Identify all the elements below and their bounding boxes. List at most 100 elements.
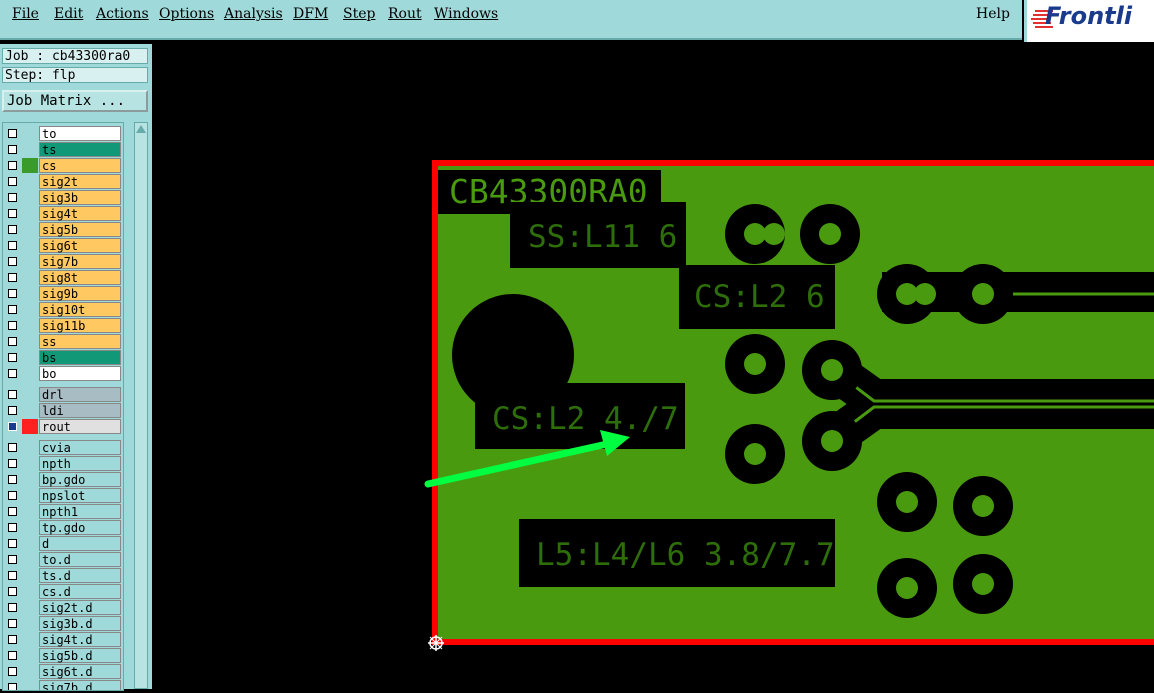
layer-checkbox[interactable] xyxy=(8,603,17,612)
graphics-canvas[interactable]: CB43300RA0 SS:L11 6 CS:L2 6 CS:L2 4./7 L… xyxy=(152,44,1154,689)
layer-row-sig11b[interactable]: sig11b xyxy=(3,318,123,334)
layer-row-to-d[interactable]: to.d xyxy=(3,552,123,568)
layer-row-sig4t-d[interactable]: sig4t.d xyxy=(3,632,123,648)
layer-color-swatch[interactable] xyxy=(22,616,38,631)
layer-checkbox[interactable] xyxy=(8,683,17,690)
layer-color-swatch[interactable] xyxy=(22,552,38,567)
layer-color-swatch[interactable] xyxy=(22,190,38,205)
layer-checkbox[interactable] xyxy=(8,651,17,660)
layer-checkbox[interactable] xyxy=(8,129,17,138)
layer-color-swatch[interactable] xyxy=(22,222,38,237)
layer-checkbox[interactable] xyxy=(8,161,17,170)
menu-rout[interactable]: Rout xyxy=(388,6,422,22)
layer-row-bs[interactable]: bs xyxy=(3,350,123,366)
layer-row-bp-gdo[interactable]: bp.gdo xyxy=(3,472,123,488)
layer-color-swatch[interactable] xyxy=(22,270,38,285)
layer-checkbox[interactable] xyxy=(8,422,17,431)
layer-color-swatch[interactable] xyxy=(22,254,38,269)
layer-color-swatch[interactable] xyxy=(22,387,38,402)
layer-checkbox[interactable] xyxy=(8,475,17,484)
layer-checkbox[interactable] xyxy=(8,635,17,644)
layer-row-npth1[interactable]: npth1 xyxy=(3,504,123,520)
layer-row-ts-d[interactable]: ts.d xyxy=(3,568,123,584)
layer-row-sig3b-d[interactable]: sig3b.d xyxy=(3,616,123,632)
scroll-up-arrow-icon[interactable] xyxy=(135,123,147,135)
layer-color-swatch[interactable] xyxy=(22,472,38,487)
layer-row-sig10t[interactable]: sig10t xyxy=(3,302,123,318)
menu-analysis[interactable]: Analysis xyxy=(224,6,283,22)
layer-color-swatch[interactable] xyxy=(22,126,38,141)
layer-row-to[interactable]: to xyxy=(3,126,123,142)
layer-checkbox[interactable] xyxy=(8,289,17,298)
layer-row-ss[interactable]: ss xyxy=(3,334,123,350)
layer-color-swatch[interactable] xyxy=(22,520,38,535)
layer-checkbox[interactable] xyxy=(8,321,17,330)
layer-checkbox[interactable] xyxy=(8,337,17,346)
layer-checkbox[interactable] xyxy=(8,177,17,186)
layer-checkbox[interactable] xyxy=(8,209,17,218)
layer-row-sig2t[interactable]: sig2t xyxy=(3,174,123,190)
layer-row-ldi[interactable]: ldi xyxy=(3,403,123,419)
menu-actions[interactable]: Actions xyxy=(96,6,149,22)
layer-checkbox[interactable] xyxy=(8,241,17,250)
layer-color-swatch[interactable] xyxy=(22,504,38,519)
layer-color-swatch[interactable] xyxy=(22,403,38,418)
layer-row-sig2t-d[interactable]: sig2t.d xyxy=(3,600,123,616)
layer-color-swatch[interactable] xyxy=(22,206,38,221)
layer-color-swatch[interactable] xyxy=(22,419,38,434)
layer-row-sig8t[interactable]: sig8t xyxy=(3,270,123,286)
layer-row-sig4t[interactable]: sig4t xyxy=(3,206,123,222)
layer-checkbox[interactable] xyxy=(8,523,17,532)
menu-file[interactable]: File xyxy=(12,6,39,22)
layer-color-swatch[interactable] xyxy=(22,584,38,599)
layer-checkbox[interactable] xyxy=(8,305,17,314)
layer-row-tp-gdo[interactable]: tp.gdo xyxy=(3,520,123,536)
layer-checkbox[interactable] xyxy=(8,406,17,415)
menu-dfm[interactable]: DFM xyxy=(293,6,328,22)
layer-color-swatch[interactable] xyxy=(22,488,38,503)
layer-color-swatch[interactable] xyxy=(22,366,38,381)
layer-color-swatch[interactable] xyxy=(22,286,38,301)
layer-color-swatch[interactable] xyxy=(22,568,38,583)
layer-color-swatch[interactable] xyxy=(22,158,38,173)
layer-row-bo[interactable]: bo xyxy=(3,366,123,382)
layer-color-swatch[interactable] xyxy=(22,456,38,471)
layer-row-cs-d[interactable]: cs.d xyxy=(3,584,123,600)
layer-color-swatch[interactable] xyxy=(22,600,38,615)
layer-color-swatch[interactable] xyxy=(22,142,38,157)
layer-row-sig3b[interactable]: sig3b xyxy=(3,190,123,206)
layer-row-ts[interactable]: ts xyxy=(3,142,123,158)
layer-list-scrollbar[interactable] xyxy=(134,122,148,689)
menu-edit[interactable]: Edit xyxy=(54,6,83,22)
layer-checkbox[interactable] xyxy=(8,257,17,266)
layer-row-sig7b[interactable]: sig7b xyxy=(3,254,123,270)
layer-checkbox[interactable] xyxy=(8,273,17,282)
layer-color-swatch[interactable] xyxy=(22,238,38,253)
layer-row-sig7b-d[interactable]: sig7b.d xyxy=(3,680,123,690)
layer-row-rout[interactable]: rout xyxy=(3,419,123,435)
layer-checkbox[interactable] xyxy=(8,491,17,500)
layer-checkbox[interactable] xyxy=(8,539,17,548)
layer-checkbox[interactable] xyxy=(8,443,17,452)
layer-row-sig5b-d[interactable]: sig5b.d xyxy=(3,648,123,664)
layer-row-sig6t-d[interactable]: sig6t.d xyxy=(3,664,123,680)
layer-color-swatch[interactable] xyxy=(22,334,38,349)
layer-row-d[interactable]: d xyxy=(3,536,123,552)
job-matrix-button[interactable]: Job Matrix ... xyxy=(2,90,148,112)
layer-checkbox[interactable] xyxy=(8,571,17,580)
layer-checkbox[interactable] xyxy=(8,555,17,564)
layer-color-swatch[interactable] xyxy=(22,318,38,333)
layer-row-cs[interactable]: cs xyxy=(3,158,123,174)
layer-checkbox[interactable] xyxy=(8,390,17,399)
layer-color-swatch[interactable] xyxy=(22,632,38,647)
layer-checkbox[interactable] xyxy=(8,587,17,596)
layer-color-swatch[interactable] xyxy=(22,302,38,317)
layer-checkbox[interactable] xyxy=(8,459,17,468)
layer-checkbox[interactable] xyxy=(8,507,17,516)
layer-row-npth[interactable]: npth xyxy=(3,456,123,472)
layer-row-sig5b[interactable]: sig5b xyxy=(3,222,123,238)
layer-color-swatch[interactable] xyxy=(22,440,38,455)
layer-color-swatch[interactable] xyxy=(22,664,38,679)
layer-checkbox[interactable] xyxy=(8,353,17,362)
layer-color-swatch[interactable] xyxy=(22,648,38,663)
